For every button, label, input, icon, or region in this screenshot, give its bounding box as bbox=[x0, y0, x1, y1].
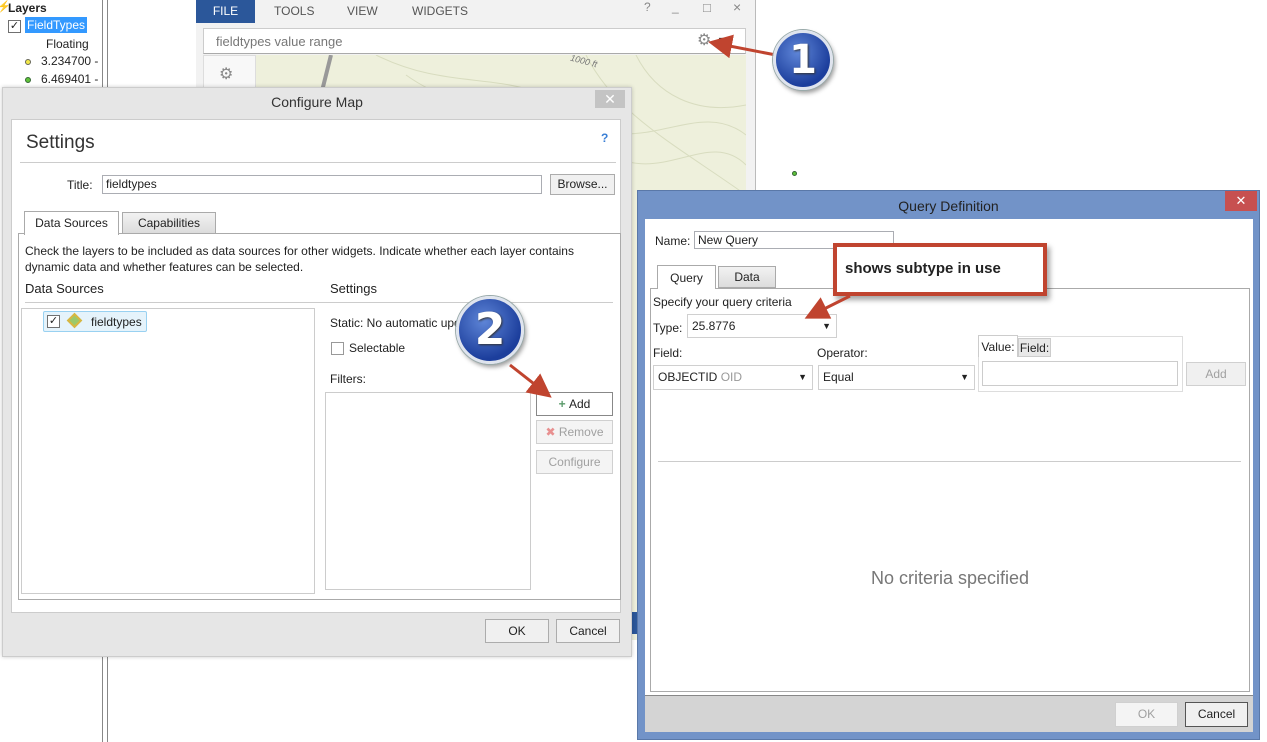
arrow-1 bbox=[708, 34, 777, 59]
annotation-arrows bbox=[509, 34, 851, 398]
tab-query[interactable]: Query bbox=[657, 265, 716, 289]
arrow-2 bbox=[509, 363, 552, 398]
arrow-note bbox=[804, 294, 851, 319]
callout-1-badge: 1 bbox=[773, 30, 833, 90]
tab-data-sources[interactable]: Data Sources bbox=[24, 211, 119, 235]
callout-2-badge: 2 bbox=[456, 296, 524, 364]
